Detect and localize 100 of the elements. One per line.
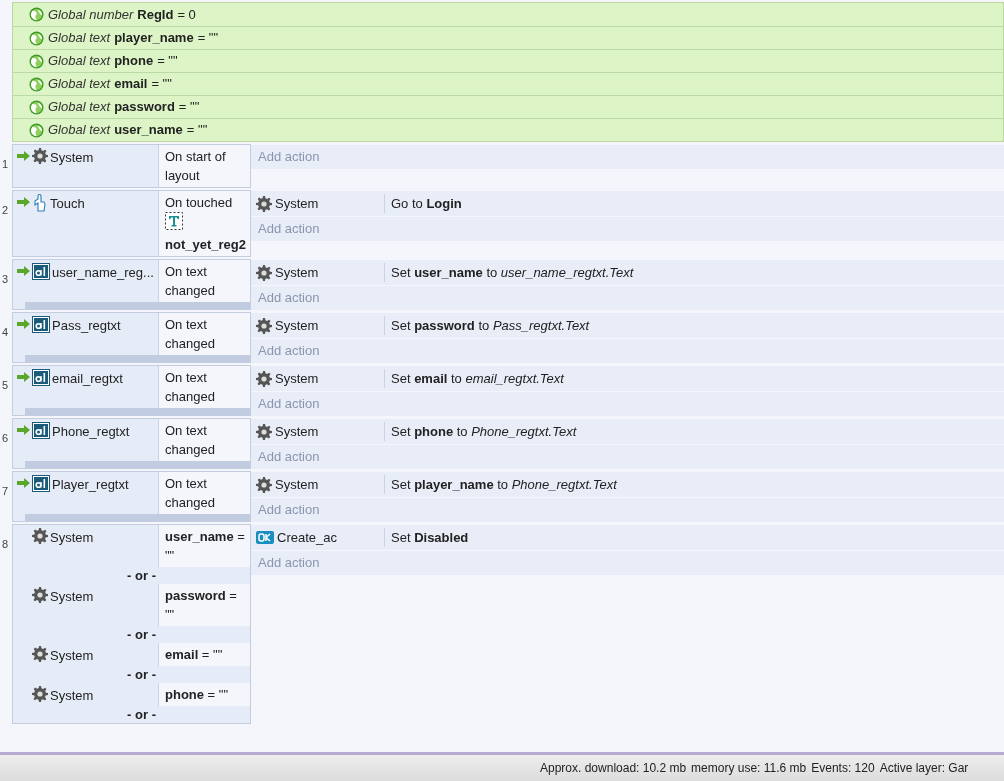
object-name: System [275, 369, 319, 388]
object-name: System [50, 149, 94, 167]
object-name: System [50, 529, 94, 547]
status-text: Active layer: Gar [879, 760, 969, 777]
variable-type: Global text [48, 98, 111, 117]
object-name: System [275, 422, 319, 441]
action-row[interactable]: System Set user_name to user_name_regtxt.Text [251, 260, 1004, 285]
text-box-icon [32, 475, 50, 492]
globe-icon [29, 7, 44, 22]
object-name: Pass_regtxt [52, 317, 121, 335]
text-box-icon [32, 263, 50, 280]
event-number: 2 [2, 203, 9, 218]
event-block[interactable]: Phone_regtxt On text changed [12, 418, 251, 469]
or-separator: - or - [127, 667, 156, 682]
variable-value: = "" [151, 75, 172, 94]
variable-name: email [114, 75, 148, 94]
text-object-icon [165, 212, 183, 230]
text-box-icon [32, 422, 50, 439]
variable-type: Global number [48, 5, 134, 24]
condition-parameter: not_yet_reg2 [165, 236, 247, 254]
event-number: 7 [2, 484, 9, 499]
gear-icon [256, 370, 272, 387]
event-number: 4 [2, 325, 9, 340]
variable-name: user_name [114, 121, 183, 140]
globe-icon [29, 53, 44, 69]
event-number: 6 [2, 431, 9, 446]
action-row[interactable]: System Set email to email_regtxt.Text [251, 366, 1004, 391]
object-name: user_name_reg... [52, 264, 154, 282]
gear-icon [32, 646, 48, 662]
object-name: System [50, 647, 94, 665]
text-box-icon [32, 316, 50, 333]
action-row[interactable]: System Set player_name to Phone_regtxt.Text [251, 472, 1004, 497]
variable-type: Global text [48, 52, 111, 71]
variable-type: Global text [48, 75, 111, 94]
action-text: Go to Login [390, 194, 462, 213]
event-number: 1 [2, 157, 9, 172]
object-name: System [275, 475, 319, 494]
variable-name: password [114, 98, 175, 117]
object-name: System [275, 316, 319, 335]
gear-icon [32, 587, 48, 603]
event-block[interactable]: System On start of layout [12, 144, 251, 188]
action-text: Set Disabled [390, 528, 469, 547]
object-name: email_regtxt [52, 370, 123, 388]
event-number: 3 [2, 272, 9, 287]
event-block[interactable]: Pass_regtxt On text changed [12, 312, 251, 363]
variable-value: = "" [157, 52, 178, 71]
text-box-icon [32, 369, 50, 386]
event-block[interactable]: Player_regtxt On text changed [12, 471, 251, 522]
event-block[interactable]: email_regtxt On text changed [12, 365, 251, 416]
gear-icon [256, 476, 272, 493]
or-separator: - or - [127, 568, 156, 583]
action-text: Set email to email_regtxt.Text [390, 369, 564, 388]
action-row[interactable]: System Go to Login [251, 191, 1004, 216]
action-text: Set player_name to Phone_regtxt.Text [390, 475, 617, 494]
variable-name: player_name [114, 29, 194, 48]
object-name: Player_regtxt [52, 476, 129, 494]
or-separator: - or - [127, 627, 156, 642]
ok-button-icon [256, 531, 274, 544]
object-name: Phone_regtxt [52, 423, 130, 441]
event-number: 5 [2, 378, 9, 393]
variable-value: = "" [178, 98, 200, 117]
variable-value: = "" [197, 29, 219, 48]
or-separator: - or - [127, 707, 156, 722]
condition-text[interactable]: On touched [165, 193, 248, 212]
globe-icon [29, 122, 44, 138]
variable-type: Global text [48, 29, 111, 48]
action-row[interactable]: Create_ac Set Disabled [251, 525, 1004, 550]
action-row[interactable]: System Set password to Pass_regtxt.Text [251, 313, 1004, 338]
object-name: Touch [50, 195, 85, 213]
status-text: memory use: 11.6 mb [691, 760, 807, 777]
gear-icon [256, 317, 272, 334]
object-name: Create_ac [277, 528, 337, 547]
gear-icon [256, 264, 272, 281]
gear-icon [32, 148, 48, 164]
object-name: System [50, 687, 94, 705]
gear-icon [32, 686, 48, 702]
action-text: Set user_name to user_name_regtxt.Text [390, 263, 634, 282]
variable-value: = "" [186, 121, 208, 140]
object-name: System [275, 263, 319, 282]
status-text: Approx. download: 10.2 mb [540, 760, 687, 777]
variable-name: phone [114, 52, 154, 71]
gear-icon [32, 528, 48, 544]
action-text: Set phone to Phone_regtxt.Text [390, 422, 577, 441]
event-block[interactable]: System user_name = "" - or - System password = "" - or - System email = "" - or - System phone = "" - or - [12, 524, 251, 724]
globe-icon [29, 30, 44, 46]
variable-name: RegId [137, 5, 174, 24]
action-text: Set password to Pass_regtxt.Text [390, 316, 590, 335]
globe-icon [29, 76, 44, 92]
variable-type: Global text [48, 121, 111, 140]
gear-icon [256, 423, 272, 440]
globe-icon [29, 99, 44, 115]
gear-icon [256, 195, 272, 212]
object-name: System [275, 194, 319, 213]
status-text: Events: 120 [811, 760, 875, 777]
event-number: 8 [2, 537, 9, 552]
object-name: System [50, 588, 94, 606]
action-row[interactable]: System Set phone to Phone_regtxt.Text [251, 419, 1004, 444]
event-block[interactable]: user_name_reg... On text changed [12, 259, 251, 310]
variable-value: = 0 [177, 5, 196, 24]
hand-pointer-icon [32, 194, 48, 212]
